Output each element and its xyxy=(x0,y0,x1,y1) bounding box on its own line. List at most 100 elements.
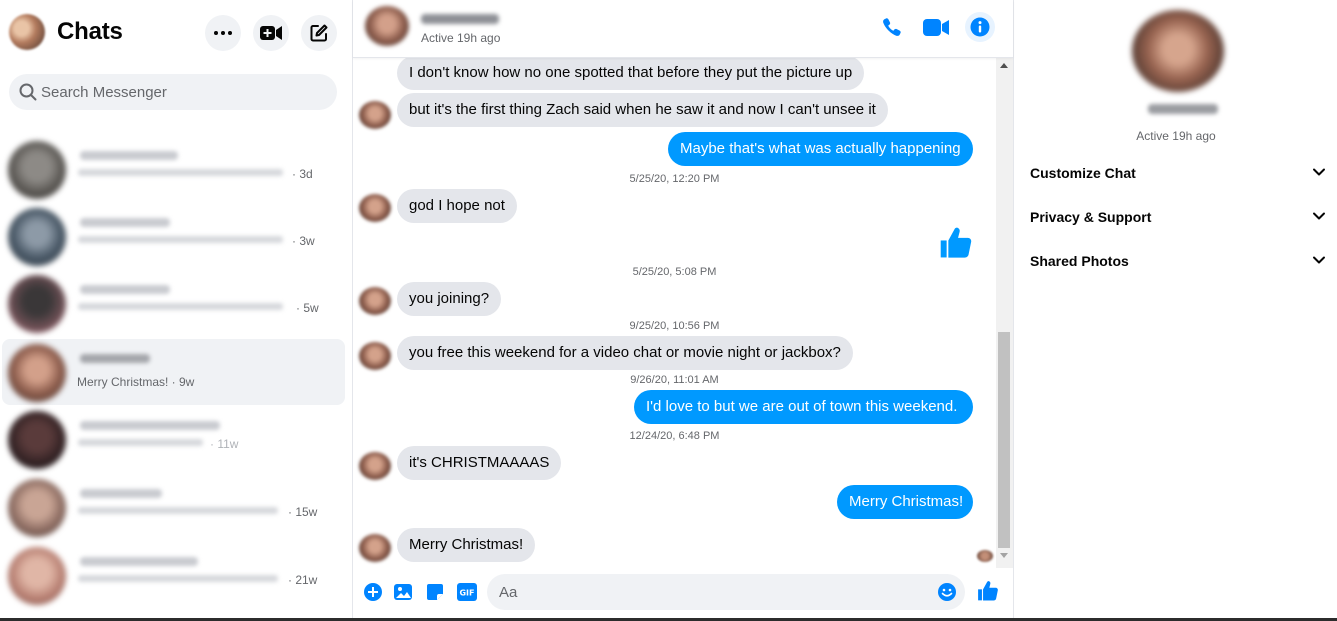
message-input-box[interactable] xyxy=(487,574,965,610)
contact-avatar xyxy=(8,479,66,537)
search-bar[interactable] xyxy=(9,74,337,110)
message-scrollbar[interactable] xyxy=(996,58,1013,568)
section-label: Shared Photos xyxy=(1030,253,1129,269)
privacy-support-section[interactable]: Privacy & Support xyxy=(1030,205,1326,229)
more-options-button[interactable] xyxy=(205,15,241,51)
gif-icon: GIF xyxy=(457,583,477,601)
sticker-icon xyxy=(427,584,443,600)
customize-chat-section[interactable]: Customize Chat xyxy=(1030,161,1326,185)
new-video-call-icon xyxy=(260,26,282,40)
incoming-message[interactable]: you free this weekend for a video chat o… xyxy=(397,336,853,370)
snippet-redacted xyxy=(78,507,278,514)
thumbs-up-icon[interactable] xyxy=(939,226,973,260)
seen-receipt-avatar xyxy=(977,550,993,562)
conversation-item[interactable]: · 5w xyxy=(2,270,345,336)
profile-avatar[interactable] xyxy=(9,14,45,50)
contact-name-redacted xyxy=(80,354,150,363)
sender-avatar xyxy=(359,534,391,562)
video-icon xyxy=(923,18,949,36)
contact-name-redacted xyxy=(80,218,170,227)
conversation-time: · 15w xyxy=(288,505,318,519)
contact-avatar xyxy=(8,344,66,402)
contact-name-redacted xyxy=(80,489,162,498)
contact-avatar xyxy=(8,411,66,469)
chevron-down-icon xyxy=(1313,168,1325,176)
conversation-info-button[interactable] xyxy=(965,12,995,42)
outgoing-message[interactable]: Maybe that's what was actually happening xyxy=(668,132,973,166)
incoming-message[interactable]: but it's the first thing Zach said when … xyxy=(397,93,888,127)
search-input[interactable] xyxy=(41,74,326,110)
conversation-time: · 3w xyxy=(292,234,315,248)
chevron-down-icon xyxy=(1313,212,1325,220)
sender-avatar xyxy=(359,287,391,315)
more-actions-button[interactable] xyxy=(362,581,384,603)
sender-avatar xyxy=(359,342,391,370)
active-status: Active 19h ago xyxy=(421,31,501,45)
outgoing-message[interactable]: Merry Christmas! xyxy=(837,485,973,519)
message-timestamp: 9/26/20, 11:01 AM xyxy=(630,374,719,386)
snippet-redacted xyxy=(78,575,278,582)
info-icon xyxy=(970,17,990,37)
contact-name-redacted[interactable] xyxy=(421,14,499,24)
new-room-button[interactable] xyxy=(253,15,289,51)
incoming-message[interactable]: you joining? xyxy=(397,282,502,316)
conversation-header: Active 19h ago xyxy=(353,0,1013,58)
outgoing-message[interactable]: I'd love to but we are out of town this … xyxy=(634,390,973,424)
conversation-panel: Active 19h ago I don't know how no one s… xyxy=(353,0,1013,621)
sticker-button[interactable] xyxy=(424,581,446,603)
contact-name-redacted xyxy=(80,285,170,294)
conversation-time: · 5w xyxy=(296,301,319,315)
contact-avatar xyxy=(8,208,66,266)
snippet-redacted xyxy=(78,236,283,243)
incoming-message[interactable]: it's CHRISTMAAAAS xyxy=(397,446,562,480)
chevron-down-icon xyxy=(1313,256,1325,264)
attach-image-button[interactable] xyxy=(392,581,414,603)
message-list[interactable]: I don't know how no one spotted that bef… xyxy=(353,58,996,568)
conversation-item[interactable]: · 21w xyxy=(2,542,345,608)
new-message-button[interactable] xyxy=(301,15,337,51)
gif-button[interactable]: GIF xyxy=(456,581,478,603)
scroll-up-arrow[interactable] xyxy=(1000,63,1008,68)
send-like-button[interactable] xyxy=(976,579,1000,603)
active-status: Active 19h ago xyxy=(1136,129,1216,143)
sidebar-title: Chats xyxy=(57,18,123,45)
sender-avatar xyxy=(359,452,391,480)
shared-photos-section[interactable]: Shared Photos xyxy=(1030,249,1326,273)
search-icon xyxy=(19,83,37,101)
contact-avatar xyxy=(8,141,66,199)
contact-name-redacted xyxy=(1148,104,1218,114)
compose-icon xyxy=(310,24,328,42)
snippet-redacted xyxy=(78,169,283,176)
snippet-redacted xyxy=(78,439,203,446)
conversation-item-active[interactable]: Merry Christmas! · 9w xyxy=(2,339,345,405)
message-composer: GIF xyxy=(353,568,1013,621)
thumbs-up-icon xyxy=(978,581,998,601)
audio-call-button[interactable] xyxy=(877,12,907,42)
contact-name-redacted xyxy=(80,151,178,160)
emoji-icon[interactable] xyxy=(937,582,957,602)
sidebar-header: Chats xyxy=(0,0,352,64)
conversation-time: · 11w xyxy=(210,437,239,451)
messenger-app: Chats · 3d · 3w xyxy=(0,0,1337,621)
conversation-item[interactable]: · 3w xyxy=(2,203,345,269)
conversation-item[interactable]: · 15w xyxy=(2,474,345,540)
incoming-message[interactable]: I don't know how no one spotted that bef… xyxy=(397,58,865,90)
incoming-message[interactable]: god I hope not xyxy=(397,189,517,223)
snippet-redacted xyxy=(78,303,283,310)
phone-icon xyxy=(883,18,901,36)
incoming-message[interactable]: Merry Christmas! xyxy=(397,528,536,562)
conversation-item[interactable]: · 3d xyxy=(2,136,345,202)
conversation-item[interactable]: · 11w xyxy=(2,406,345,472)
video-call-button[interactable] xyxy=(921,12,951,42)
contact-avatar[interactable] xyxy=(1132,10,1224,92)
svg-text:GIF: GIF xyxy=(459,589,474,598)
image-icon xyxy=(394,584,412,600)
scroll-down-arrow[interactable] xyxy=(1000,553,1008,558)
scroll-thumb[interactable] xyxy=(998,332,1010,548)
message-input[interactable] xyxy=(499,574,919,610)
sender-avatar xyxy=(359,101,391,129)
message-timestamp: 12/24/20, 6:48 PM xyxy=(629,430,720,442)
chats-sidebar: Chats · 3d · 3w xyxy=(0,0,353,621)
contact-avatar[interactable] xyxy=(365,6,409,46)
message-timestamp: 5/25/20, 12:20 PM xyxy=(629,173,720,185)
